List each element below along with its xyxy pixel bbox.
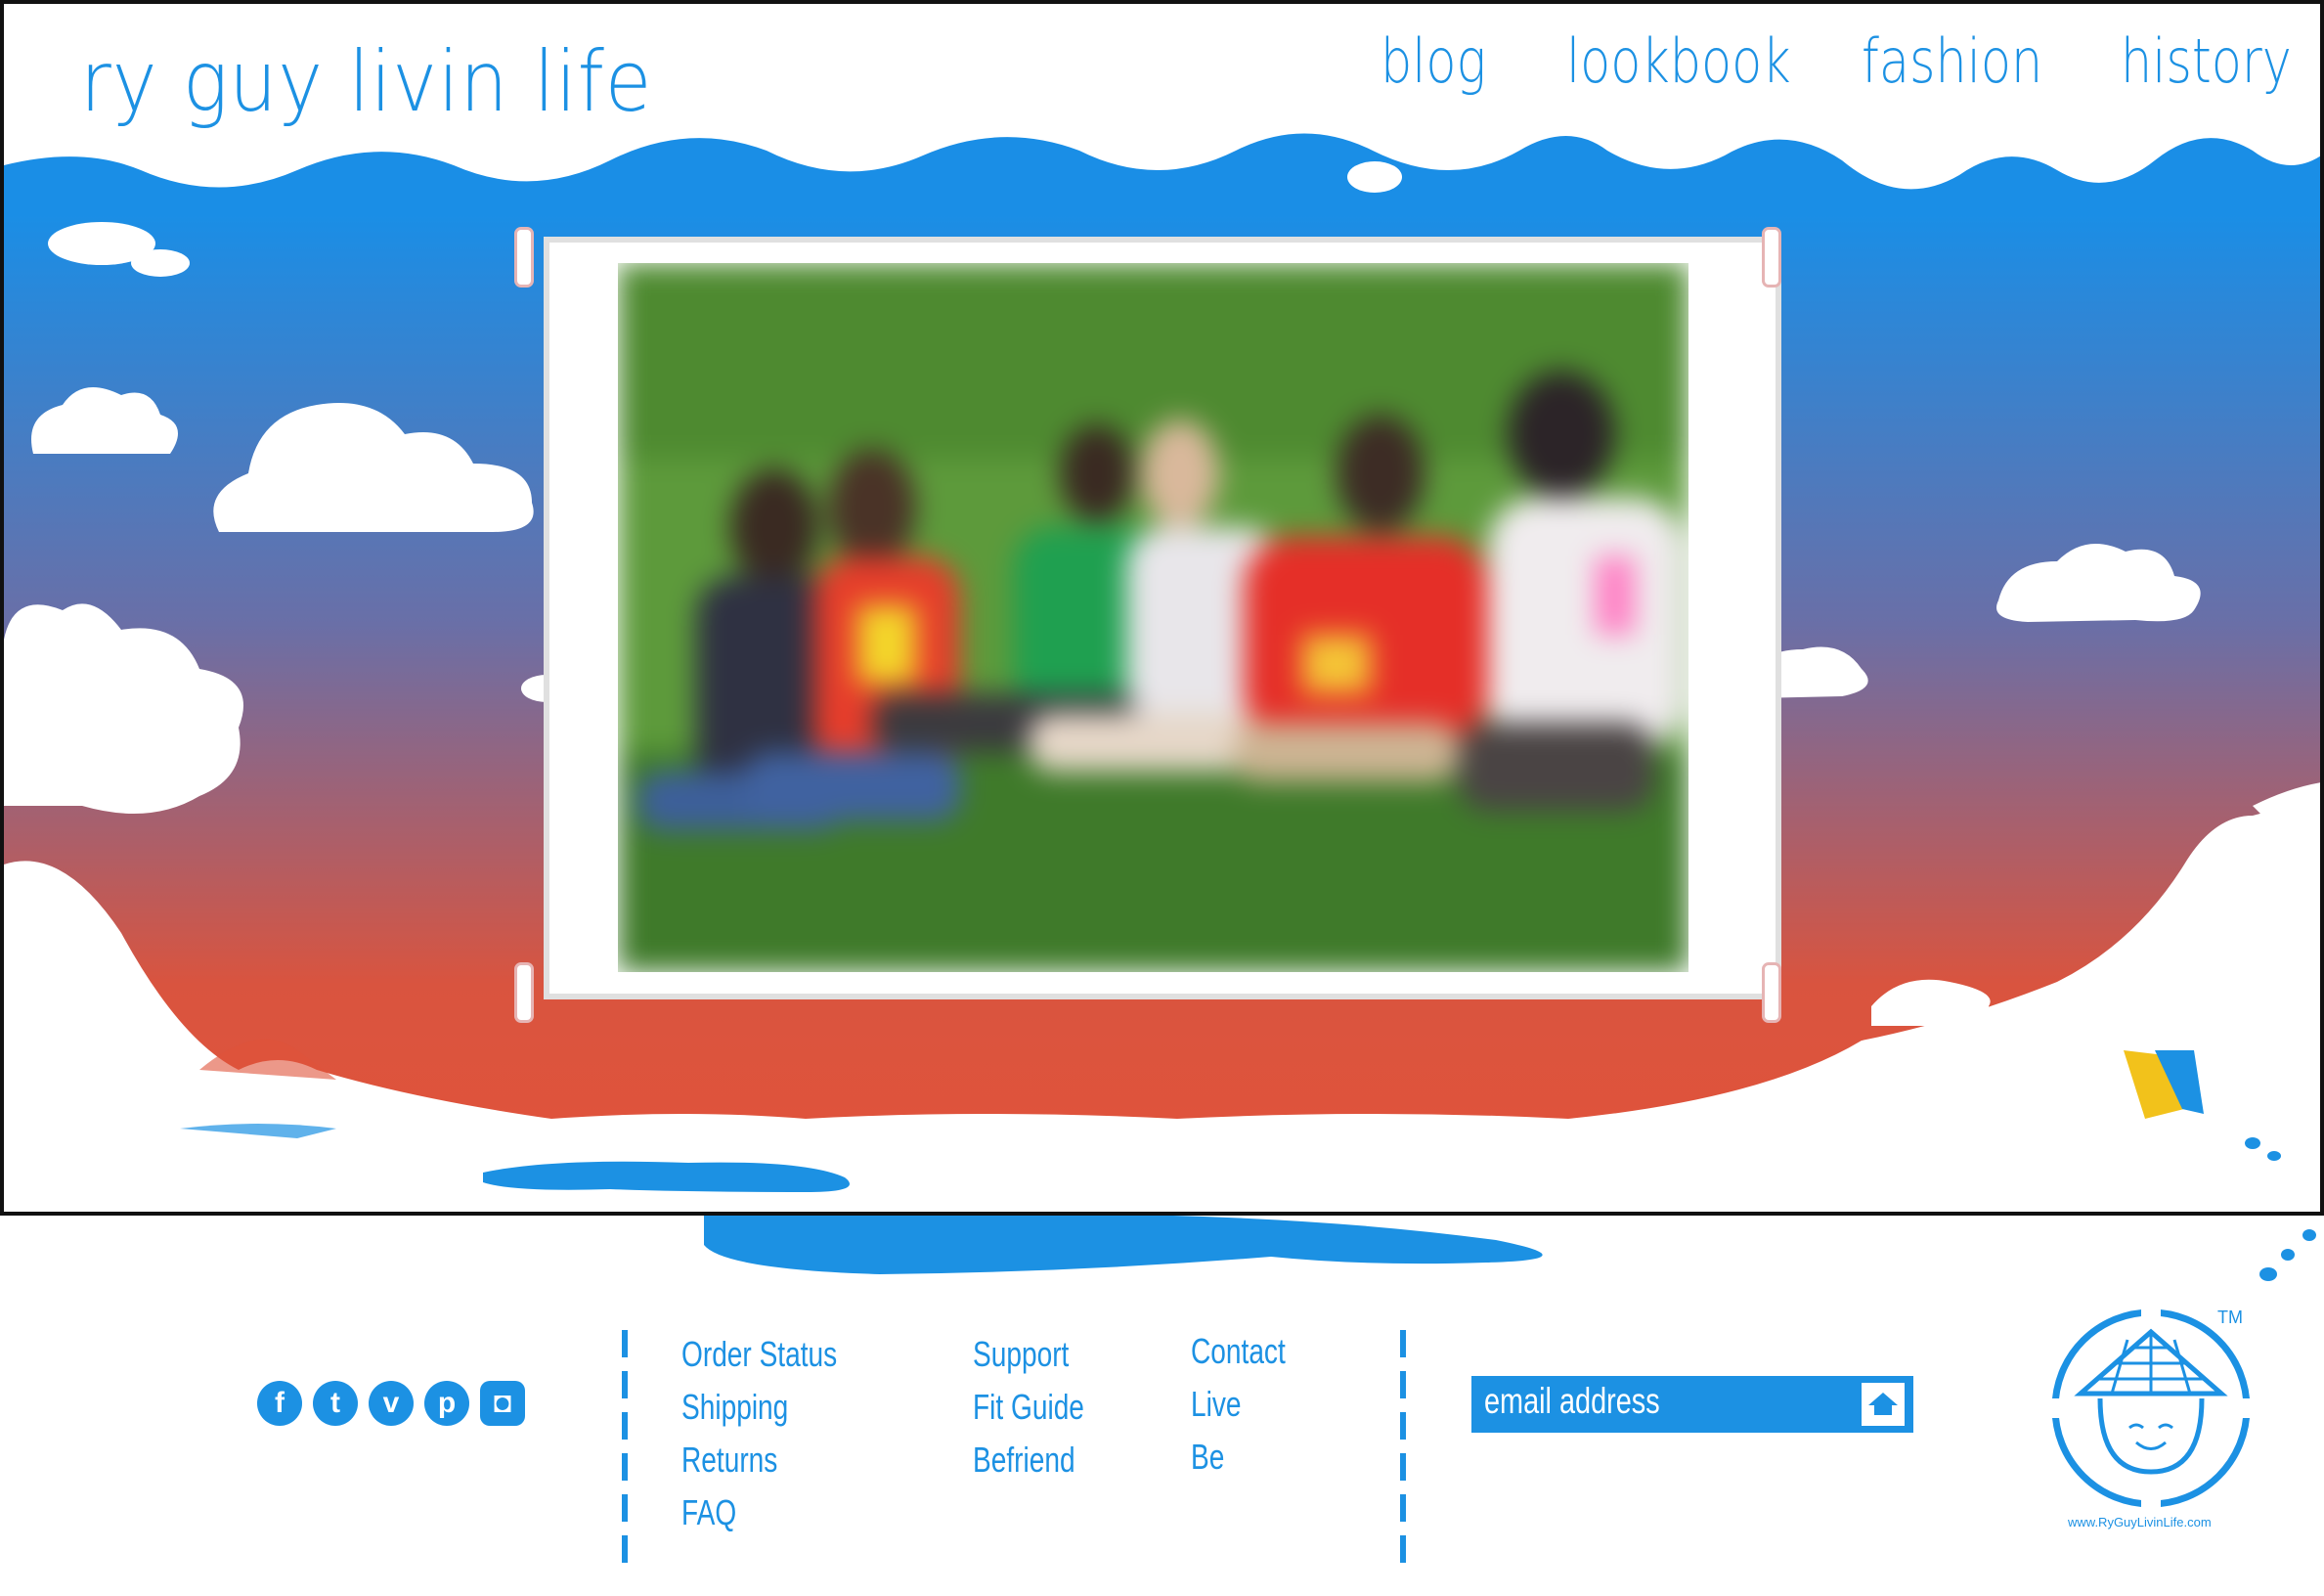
instagram-icon[interactable]: ◘: [480, 1381, 525, 1426]
footer-link-faq[interactable]: FAQ: [681, 1492, 736, 1533]
nav-history[interactable]: history: [2121, 25, 2292, 97]
footer-link-contact[interactable]: Contact: [1191, 1331, 1286, 1372]
footer-link-shipping[interactable]: Shipping: [681, 1387, 788, 1428]
footer-link-order-status[interactable]: Order Status: [681, 1334, 837, 1375]
scroll-handle-bottom-right: [1762, 962, 1781, 1023]
hero-photo: [618, 263, 1688, 972]
brand-badge-icon[interactable]: [2043, 1301, 2258, 1516]
hero-banner: ry guy livin life blog lookbook fashion …: [0, 0, 2324, 1216]
footer-link-support[interactable]: Support: [973, 1334, 1069, 1375]
footer-link-fit-guide[interactable]: Fit Guide: [973, 1387, 1084, 1428]
nav-fashion[interactable]: fashion: [1862, 25, 2042, 97]
email-placeholder: email address: [1484, 1381, 1660, 1421]
facebook-icon[interactable]: f: [257, 1381, 302, 1426]
footer-link-returns[interactable]: Returns: [681, 1440, 777, 1481]
site-logo-text[interactable]: ry guy livin life: [80, 33, 652, 131]
footer-link-live[interactable]: Live: [1191, 1384, 1242, 1425]
nav-blog[interactable]: blog: [1381, 25, 1486, 97]
footer-link-be[interactable]: Be: [1191, 1437, 1224, 1478]
nav-lookbook[interactable]: lookbook: [1566, 25, 1791, 97]
pinterest-icon[interactable]: p: [424, 1381, 469, 1426]
scroll-handle-bottom-left: [514, 962, 534, 1023]
footer-divider-right: [1400, 1330, 1406, 1570]
scroll-handle-top-right: [1762, 227, 1781, 288]
scroll-handle-top-left: [514, 227, 534, 288]
trademark-label: TM: [2217, 1308, 2243, 1327]
email-submit-button[interactable]: [1862, 1383, 1905, 1426]
footer-link-befriend[interactable]: Befriend: [973, 1440, 1075, 1481]
hat-arrow-icon: [1868, 1393, 1898, 1415]
site-url-label[interactable]: www.RyGuyLivinLife.com: [2068, 1515, 2212, 1530]
twitter-icon[interactable]: t: [313, 1381, 358, 1426]
footer-divider-left: [622, 1330, 628, 1570]
vimeo-icon[interactable]: v: [369, 1381, 414, 1426]
